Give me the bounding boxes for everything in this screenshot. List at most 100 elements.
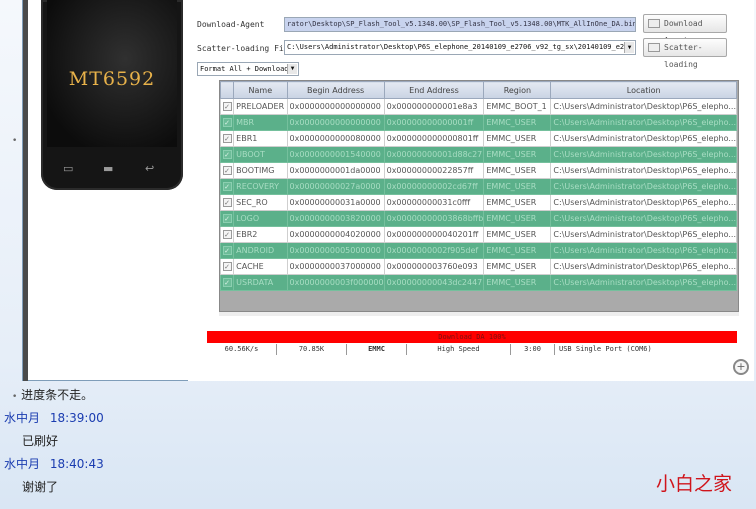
checkbox-icon[interactable]: ✓ (222, 214, 232, 223)
cell-region: EMMC_USER (483, 194, 552, 211)
cell-begin-address: 0x00000000027a0000 (286, 178, 385, 195)
row-checkbox[interactable]: ✓ (219, 146, 235, 163)
table-row[interactable]: ✓ EBR2 0x0000000004020000 0x000000000040201… (219, 226, 737, 243)
row-checkbox[interactable]: ✓ (219, 194, 235, 211)
table-header-row: Name Begin Address End Address Region Lo… (219, 81, 737, 99)
checkbox-icon[interactable]: ✓ (222, 150, 232, 159)
table-row[interactable]: ✓ MBR 0x0000000000000000 0x00000000000001ff… (219, 114, 737, 131)
cell-region: EMMC_USER (483, 242, 552, 259)
download-agent-path[interactable]: rator\Desktop\SP_Flash_Tool_v5.1348.00\S… (284, 17, 636, 32)
cell-begin-address: 0x00000000031a0000 (286, 194, 385, 211)
checkbox-icon[interactable]: ✓ (222, 134, 232, 143)
cell-region: EMMC_USER (483, 258, 552, 275)
cell-location: C:\Users\Administrator\Desktop\P6S_eleph… (550, 114, 737, 131)
checkbox-icon[interactable]: ✓ (222, 246, 232, 255)
checkbox-icon[interactable]: ✓ (222, 166, 232, 175)
cell-location: C:\Users\Administrator\Desktop\P6S_eleph… (550, 146, 737, 163)
row-checkbox[interactable]: ✓ (219, 162, 235, 179)
cell-begin-address: 0x0000000001540000 (286, 146, 385, 163)
checkbox-icon[interactable]: ✓ (222, 182, 232, 191)
checkbox-icon[interactable]: ✓ (222, 230, 232, 239)
cell-name: LOGO (233, 210, 288, 227)
phone-image: MT6592 ▭ ▬ ↩ (41, 0, 183, 190)
row-checkbox[interactable]: ✓ (219, 274, 235, 291)
scatter-file-path[interactable]: C:\Users\Administrator\Desktop\P6S_eleph… (284, 40, 636, 55)
row-checkbox[interactable]: ✓ (219, 226, 235, 243)
table-row[interactable]: ✓ CACHE 0x0000000037000000 0x000000003760e0… (219, 258, 737, 275)
chat-sender-1-time: 18:39:00 (49, 411, 104, 425)
chat-sender-1: 水中月 18:39:00 (4, 409, 104, 426)
chat-sender-1-name: 水中月 (4, 411, 41, 425)
cell-begin-address: 0x0000000003820000 (286, 210, 385, 227)
cell-end-address: 0x00000000043dc2447 (383, 274, 485, 291)
horizontal-scrollbar[interactable] (219, 312, 739, 316)
checkbox-icon[interactable]: ✓ (222, 198, 232, 207)
cell-name: USRDATA (233, 274, 288, 291)
status-size: 70.85K (277, 344, 347, 355)
flash-tool-screenshot: MT6592 ▭ ▬ ↩ Download-Agent rator\Deskto… (22, 0, 754, 381)
scatter-loading-button-label: Scatter-loading (664, 43, 703, 69)
table-row[interactable]: ✓ RECOVERY 0x00000000027a0000 0x00000000002… (219, 178, 737, 195)
row-checkbox[interactable]: ✓ (219, 258, 235, 275)
row-checkbox[interactable]: ✓ (219, 242, 235, 259)
row-checkbox[interactable]: ✓ (219, 130, 235, 147)
chat-message-3: 谢谢了 (22, 480, 59, 494)
table-row[interactable]: ✓ PRELOADER 0x0000000000000000 0x0000000000… (219, 98, 737, 115)
cell-location: C:\Users\Administrator\Desktop\P6S_eleph… (550, 178, 737, 195)
cell-name: CACHE (233, 258, 288, 275)
chat-message-1-text: 进度条不走。 (21, 388, 94, 402)
download-agent-button[interactable]: Download Agent (643, 14, 727, 45)
cell-location: C:\Users\Administrator\Desktop\P6S_eleph… (550, 210, 737, 227)
status-speed: 60.56K/s (207, 344, 277, 355)
chevron-down-icon[interactable]: ▼ (624, 42, 634, 53)
cell-end-address: 0x0000000002f905def (383, 242, 485, 259)
cell-begin-address: 0x0000000000000000 (286, 114, 385, 131)
cell-region: EMMC_BOOT_1 (483, 98, 552, 115)
phone-screen: MT6592 (47, 0, 177, 147)
cell-region: EMMC_USER (483, 274, 552, 291)
bullet-icon: • (12, 392, 18, 402)
checkbox-icon[interactable]: ✓ (222, 262, 232, 271)
col-header-location[interactable]: Location (550, 81, 737, 99)
col-header-end[interactable]: End Address (383, 81, 485, 99)
mode-select[interactable]: Format All + Download ▼ (197, 62, 299, 76)
zoom-in-icon[interactable]: + (733, 359, 749, 375)
scatter-loading-button[interactable]: Scatter-loading (643, 38, 727, 69)
table-row[interactable]: ✓ ANDROID 0x0000000005000000 0x0000000002f9… (219, 242, 737, 259)
cell-name: EBR1 (233, 130, 288, 147)
cell-location: C:\Users\Administrator\Desktop\P6S_eleph… (550, 98, 737, 115)
checkbox-icon[interactable]: ✓ (222, 278, 232, 287)
checkbox-icon[interactable]: ✓ (222, 102, 232, 111)
table-row[interactable]: ✓ BOOTIMG 0x0000000001da0000 0x000000000228… (219, 162, 737, 179)
cell-begin-address: 0x0000000000000000 (286, 98, 385, 115)
cell-name: EBR2 (233, 226, 288, 243)
phone-preview-area: MT6592 ▭ ▬ ↩ (28, 0, 196, 380)
row-checkbox[interactable]: ✓ (219, 114, 235, 131)
progress-bar: Download DA 100% (207, 331, 737, 343)
cell-location: C:\Users\Administrator\Desktop\P6S_eleph… (550, 130, 737, 147)
download-agent-label: Download-Agent (197, 20, 265, 29)
table-row[interactable]: ✓ SEC_RO 0x00000000031a0000 0x00000000031c0… (219, 194, 737, 211)
cell-location: C:\Users\Administrator\Desktop\P6S_eleph… (550, 194, 737, 211)
table-row[interactable]: ✓ UBOOT 0x0000000001540000 0x00000000001d88… (219, 146, 737, 163)
flash-tool-panel: Download-Agent rator\Desktop\SP_Flash_To… (188, 0, 754, 381)
status-bar: 60.56K/s 70.85K EMMC High Speed 3:00 USB… (207, 344, 737, 355)
col-header-name[interactable]: Name (233, 81, 288, 99)
row-checkbox[interactable]: ✓ (219, 98, 235, 115)
checkbox-icon[interactable]: ✓ (222, 118, 232, 127)
cell-name: BOOTIMG (233, 162, 288, 179)
row-checkbox[interactable]: ✓ (219, 178, 235, 195)
cell-region: EMMC_USER (483, 210, 552, 227)
chat-message-1: • 进度条不走。 (12, 386, 93, 403)
mode-select-value: Format All + Download (200, 65, 289, 73)
chevron-down-icon[interactable]: ▼ (287, 64, 297, 74)
row-checkbox[interactable]: ✓ (219, 210, 235, 227)
table-row[interactable]: ✓ EBR1 0x0000000000080000 0x000000000000801… (219, 130, 737, 147)
cell-end-address: 0x00000000022857ff (383, 162, 485, 179)
cell-end-address: 0x000000000001e8a3 (383, 98, 485, 115)
table-row[interactable]: ✓ USRDATA 0x0000000003f000000 0x00000000043… (219, 274, 737, 291)
chat-sender-2: 水中月 18:40:43 (4, 455, 104, 472)
col-header-region[interactable]: Region (483, 81, 552, 99)
table-row[interactable]: ✓ LOGO 0x0000000003820000 0x00000000003868b… (219, 210, 737, 227)
col-header-begin[interactable]: Begin Address (286, 81, 385, 99)
